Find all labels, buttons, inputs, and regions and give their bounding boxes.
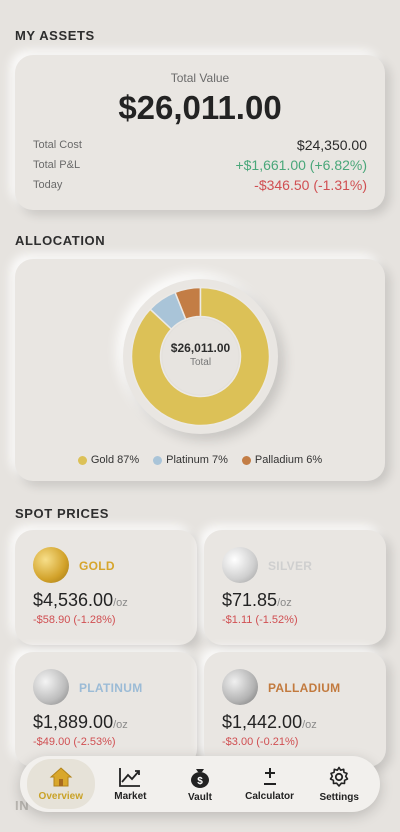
total-cost-value: $24,350.00: [296, 137, 367, 153]
donut-center-label: Total: [189, 357, 212, 368]
home-icon: [49, 767, 73, 787]
spot-card-platinum[interactable]: PLATINUM $1,889.00/oz -$49.00 (-2.53%): [15, 652, 197, 767]
money-bag-icon: $: [190, 769, 209, 788]
today-row: Today -$346.50 (-1.31%): [33, 176, 367, 194]
allocation-section-title: ALLOCATION: [15, 233, 106, 248]
legend-platinum-dot: [153, 455, 163, 465]
bottom-nav: Overview Market $ Vault Calculator Setti…: [20, 756, 380, 812]
nav-vault[interactable]: $ Vault: [166, 759, 234, 809]
spot-card-gold[interactable]: GOLD $4,536.00/oz -$58.90 (-1.28%): [15, 530, 197, 645]
legend-palladium-label: Palladium 6%: [254, 454, 323, 466]
plus-minus-icon: [263, 768, 276, 785]
metal-change: -$58.90 (-1.28%): [33, 614, 116, 626]
donut-center-value: $26,011.00: [170, 341, 231, 355]
legend-gold-dot: [77, 455, 87, 465]
nav-market[interactable]: Market: [96, 759, 164, 809]
allocation-legend: Gold 87% Platinum 7% Palladium 6%: [15, 454, 385, 466]
total-pl-row: Total P&L +$1,661.00 (+6.82%): [33, 156, 367, 174]
metal-price: $1,889.00/oz: [33, 712, 128, 733]
price-unit: /oz: [113, 597, 128, 609]
spot-card-palladium[interactable]: PALLADIUM $1,442.00/oz -$3.00 (-0.21%): [204, 652, 386, 767]
spot-section-title: SPOT PRICES: [15, 506, 110, 521]
metal-price: $1,442.00/oz: [222, 712, 317, 733]
donut-center: $26,011.00 Total: [123, 341, 278, 368]
today-value: -$346.50 (-1.31%): [254, 177, 367, 193]
legend-platinum: Platinum 7%: [153, 454, 228, 466]
metal-name: GOLD: [79, 559, 115, 573]
platinum-coin-icon: [33, 669, 69, 705]
total-cost-label: Total Cost: [33, 139, 82, 151]
metal-change: -$1.11 (-1.52%): [222, 614, 298, 626]
metal-name: SILVER: [268, 559, 313, 573]
legend-gold: Gold 87%: [77, 454, 140, 466]
price-value: $71.85: [222, 590, 278, 610]
today-label: Today: [33, 179, 63, 191]
chart-trend-icon: [119, 768, 141, 787]
total-cost-row: Total Cost $24,350.00: [33, 136, 367, 154]
allocation-donut: $26,011.00 Total: [123, 279, 278, 434]
silver-coin-icon: [222, 547, 258, 583]
total-value-label: Total Value: [170, 71, 230, 85]
total-pl-value: +$1,661.00 (+6.82%): [235, 157, 367, 173]
total-pl-label: Total P&L: [33, 159, 81, 171]
nav-calculator[interactable]: Calculator: [236, 759, 304, 809]
legend-palladium-dot: [241, 455, 251, 465]
palladium-coin-icon: [222, 669, 258, 705]
metal-price: $71.85/oz: [222, 590, 292, 611]
nav-label: Overview: [38, 791, 84, 802]
legend-gold-label: Gold 87%: [90, 454, 140, 466]
nav-label: Vault: [188, 792, 212, 803]
metal-name: PLATINUM: [79, 681, 143, 695]
gold-coin-icon: [33, 547, 69, 583]
nav-settings[interactable]: Settings: [305, 759, 373, 809]
nav-overview[interactable]: Overview: [26, 759, 95, 809]
price-unit: /oz: [277, 597, 292, 609]
nav-label: Calculator: [245, 791, 295, 802]
price-value: $1,442.00: [222, 712, 303, 732]
spot-card-silver[interactable]: SILVER $71.85/oz -$1.11 (-1.52%): [204, 530, 386, 645]
total-value: $26,011.00: [118, 89, 282, 126]
legend-palladium: Palladium 6%: [241, 454, 323, 466]
metal-change: -$49.00 (-2.53%): [33, 736, 116, 748]
nav-label: Market: [114, 791, 147, 802]
assets-card: Total Value $26,011.00 Total Cost $24,35…: [15, 55, 385, 210]
gear-icon: [329, 766, 349, 787]
price-value: $4,536.00: [33, 590, 114, 610]
price-unit: /oz: [302, 719, 317, 731]
metal-price: $4,536.00/oz: [33, 590, 128, 611]
allocation-card: $26,011.00 Total Gold 87% Platinum 7% Pa…: [15, 259, 385, 481]
svg-text:$: $: [197, 776, 203, 787]
metal-change: -$3.00 (-0.21%): [222, 736, 299, 748]
metal-name: PALLADIUM: [268, 681, 341, 695]
nav-label: Settings: [319, 792, 359, 803]
price-value: $1,889.00: [33, 712, 114, 732]
legend-platinum-label: Platinum 7%: [166, 454, 228, 466]
assets-section-title: MY ASSETS: [15, 28, 95, 43]
price-unit: /oz: [113, 719, 128, 731]
